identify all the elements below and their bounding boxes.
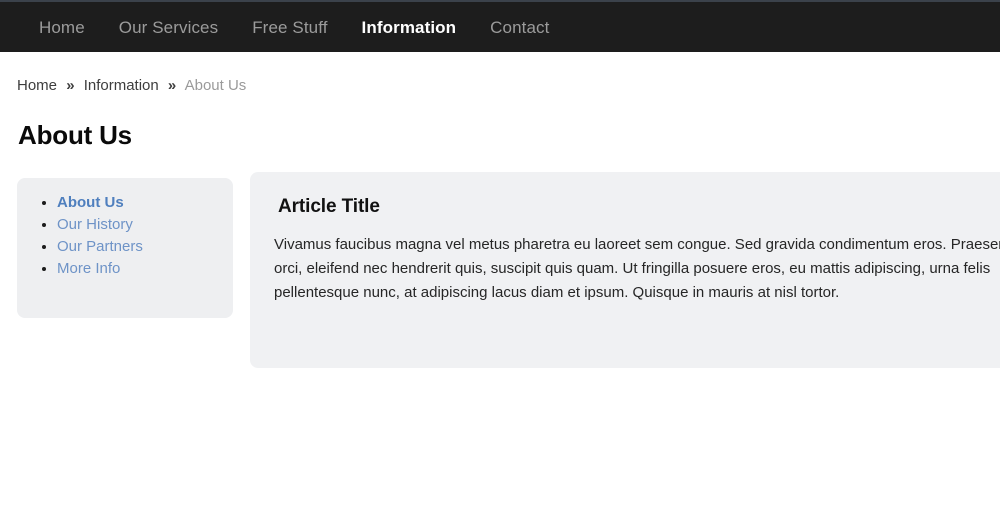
sidebar-link-more-info[interactable]: More Info <box>57 260 120 277</box>
sidebar-link-our-partners[interactable]: Our Partners <box>57 238 143 255</box>
sidebar-panel: About Us Our History Our Partners More I… <box>17 178 233 318</box>
nav-item-our-services[interactable]: Our Services <box>102 19 235 36</box>
article-body-text: Vivamus faucibus magna vel metus pharetr… <box>274 235 1000 301</box>
article-title: Article Title <box>278 196 380 217</box>
breadcrumb-item-information[interactable]: Information <box>84 77 159 94</box>
breadcrumb-item-about-us: About Us <box>184 77 247 94</box>
nav-item-information[interactable]: Information <box>345 19 474 36</box>
sidebar-link-about-us[interactable]: About Us <box>57 194 124 211</box>
breadcrumb: Home » Information » About Us <box>17 77 246 95</box>
breadcrumb-separator-icon: » <box>167 77 177 94</box>
article-panel: Article Title Vivamus faucibus magna vel… <box>250 172 1000 368</box>
sidebar-list: About Us Our History Our Partners More I… <box>17 178 233 279</box>
page-title: About Us <box>18 120 132 150</box>
sidebar-link-our-history[interactable]: Our History <box>57 216 133 233</box>
breadcrumb-separator-icon: » <box>66 77 75 94</box>
sidebar-item-about-us[interactable]: About Us <box>57 192 233 213</box>
nav-item-home[interactable]: Home <box>22 19 102 36</box>
sidebar-item-more-info[interactable]: More Info <box>57 258 233 279</box>
breadcrumb-item-home[interactable]: Home <box>17 77 57 94</box>
nav-item-free-stuff[interactable]: Free Stuff <box>235 19 344 36</box>
main-navigation-bar: Home Our Services Free Stuff Information… <box>0 0 1000 52</box>
nav-item-contact[interactable]: Contact <box>473 19 566 36</box>
sidebar-item-our-partners[interactable]: Our Partners <box>57 236 233 257</box>
sidebar-item-our-history[interactable]: Our History <box>57 214 233 235</box>
